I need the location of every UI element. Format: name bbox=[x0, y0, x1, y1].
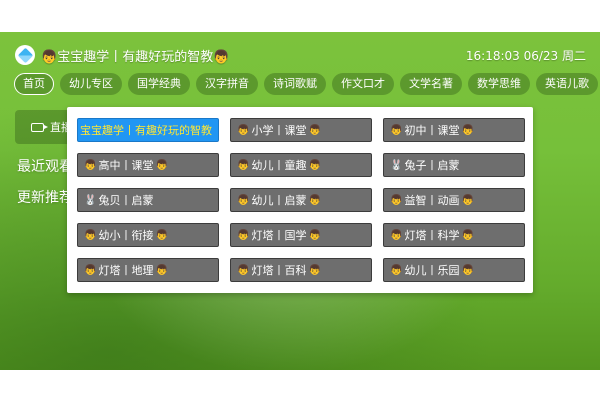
tab-8[interactable]: 英语儿歌 bbox=[536, 73, 598, 95]
channel-item-label: 宝宝趣学丨有趣好玩的智教 bbox=[80, 123, 212, 137]
channel-item[interactable]: 👦 幼儿丨启蒙 👦 bbox=[230, 188, 372, 212]
app-screen: 👦宝宝趣学丨有趣好玩的智教👦 16:18:03 06/23 周二 首页 幼儿专区国… bbox=[0, 32, 600, 370]
channel-picker-popup: 宝宝趣学丨有趣好玩的智教 👦 小学丨课堂 👦 👦 初中丨课堂 👦 👦 高中丨课堂 👦 👦 幼儿丨童趣 👦… bbox=[67, 107, 533, 293]
channel-item-label: 灯塔丨科学 bbox=[404, 228, 460, 242]
boy-emoji-icon: 👦 bbox=[461, 264, 474, 276]
boy-emoji-icon: 👦 bbox=[237, 264, 250, 276]
video-camera-icon bbox=[31, 122, 48, 132]
channel-grid: 宝宝趣学丨有趣好玩的智教 👦 小学丨课堂 👦 👦 初中丨课堂 👦 👦 高中丨课堂 👦 👦 幼儿丨童趣 👦… bbox=[77, 118, 525, 282]
channel-item-label: 小学丨课堂 bbox=[251, 123, 307, 137]
boy-emoji-icon: 👦 bbox=[155, 229, 168, 241]
channel-item-label: 灯塔丨百科 bbox=[251, 263, 307, 277]
boy-emoji-icon: 👦 bbox=[390, 194, 403, 206]
channel-item[interactable]: 👦 灯塔丨地理 👦 bbox=[77, 258, 219, 282]
channel-item-label: 高中丨课堂 bbox=[98, 158, 154, 172]
channel-item-label: 幼小丨衔接 bbox=[98, 228, 154, 242]
boy-emoji-icon: 👦 bbox=[308, 124, 321, 136]
channel-item-label: 初中丨课堂 bbox=[404, 123, 460, 137]
boy-emoji-icon: 👦 bbox=[390, 264, 403, 276]
channel-item[interactable]: 👦 灯塔丨科学 👦 bbox=[383, 223, 525, 247]
boy-emoji-icon: 👦 bbox=[84, 264, 97, 276]
channel-item[interactable]: 👦 幼儿丨乐园 👦 bbox=[383, 258, 525, 282]
boy-emoji-icon: 👦 bbox=[84, 159, 97, 171]
boy-emoji-icon: 👦 bbox=[308, 229, 321, 241]
boy-emoji-icon: 👦 bbox=[155, 159, 168, 171]
channel-item-label: 益智丨动画 bbox=[404, 193, 460, 207]
channel-item[interactable]: 👦 灯塔丨国学 👦 bbox=[230, 223, 372, 247]
app-title-text: 宝宝趣学丨有趣好玩的智教 bbox=[57, 50, 214, 65]
channel-item[interactable]: 👦 小学丨课堂 👦 bbox=[230, 118, 372, 142]
tab-0[interactable]: 首页 bbox=[14, 73, 54, 95]
tab-7[interactable]: 数学思维 bbox=[468, 73, 530, 95]
boy-emoji-icon: 👦 bbox=[461, 194, 474, 206]
channel-item-label: 幼儿丨启蒙 bbox=[251, 193, 307, 207]
channel-item[interactable]: 👦 幼小丨衔接 👦 bbox=[77, 223, 219, 247]
channel-item-label: 灯塔丨地理 bbox=[98, 263, 154, 277]
channel-item-label: 兔贝丨启蒙 bbox=[98, 193, 154, 207]
channel-item[interactable]: 👦 高中丨课堂 👦 bbox=[77, 153, 219, 177]
channel-item-label: 幼儿丨童趣 bbox=[251, 158, 307, 172]
channel-item[interactable]: 👦 灯塔丨百科 👦 bbox=[230, 258, 372, 282]
channel-item[interactable]: 宝宝趣学丨有趣好玩的智教 bbox=[77, 118, 219, 142]
app-title: 👦宝宝趣学丨有趣好玩的智教👦 bbox=[41, 46, 229, 65]
tab-2[interactable]: 国学经典 bbox=[128, 73, 190, 95]
boy-emoji-icon: 👦 bbox=[461, 124, 474, 136]
top-bar: 👦宝宝趣学丨有趣好玩的智教👦 16:18:03 06/23 周二 bbox=[0, 40, 600, 70]
channel-item-label: 兔子丨启蒙 bbox=[404, 158, 460, 172]
boy-emoji-icon: 👦 bbox=[308, 159, 321, 171]
boy-emoji-icon: 👦 bbox=[237, 159, 250, 171]
boy-emoji-icon: 👦 bbox=[308, 194, 321, 206]
bunny-emoji-icon: 🐰 bbox=[84, 194, 97, 206]
boy-emoji-icon: 👦 bbox=[213, 50, 230, 65]
recent-section-title: 最近观看 bbox=[17, 159, 73, 175]
channel-item-label: 幼儿丨乐园 bbox=[404, 263, 460, 277]
channel-item[interactable]: 🐰 兔贝丨启蒙 bbox=[77, 188, 219, 212]
app-logo-icon bbox=[15, 45, 35, 65]
boy-emoji-icon: 👦 bbox=[390, 229, 403, 241]
clock-datetime: 16:18:03 06/23 周二 bbox=[465, 49, 586, 63]
tab-3[interactable]: 汉字拼音 bbox=[196, 73, 258, 95]
boy-emoji-icon: 👦 bbox=[237, 124, 250, 136]
boy-emoji-icon: 👦 bbox=[237, 194, 250, 206]
boy-emoji-icon: 👦 bbox=[390, 124, 403, 136]
boy-emoji-icon: 👦 bbox=[155, 264, 168, 276]
tab-6[interactable]: 文学名著 bbox=[400, 73, 462, 95]
channel-item[interactable]: 👦 幼儿丨童趣 👦 bbox=[230, 153, 372, 177]
boy-emoji-icon: 👦 bbox=[237, 229, 250, 241]
boy-emoji-icon: 👦 bbox=[461, 229, 474, 241]
tab-5[interactable]: 作文口才 bbox=[332, 73, 394, 95]
boy-emoji-icon: 👦 bbox=[84, 229, 97, 241]
bunny-emoji-icon: 🐰 bbox=[390, 159, 403, 171]
channel-item-label: 灯塔丨国学 bbox=[251, 228, 307, 242]
new-section-title: 更新推荐 bbox=[17, 190, 73, 206]
tab-1[interactable]: 幼儿专区 bbox=[60, 73, 122, 95]
category-tabs: 首页幼儿专区国学经典汉字拼音诗词歌赋作文口才文学名著数学思维英语儿歌英 bbox=[14, 73, 600, 97]
channel-item[interactable]: 👦 益智丨动画 👦 bbox=[383, 188, 525, 212]
boy-emoji-icon: 👦 bbox=[308, 264, 321, 276]
channel-item[interactable]: 🐰 兔子丨启蒙 bbox=[383, 153, 525, 177]
channel-item[interactable]: 👦 初中丨课堂 👦 bbox=[383, 118, 525, 142]
tab-4[interactable]: 诗词歌赋 bbox=[264, 73, 326, 95]
boy-emoji-icon: 👦 bbox=[41, 50, 58, 65]
